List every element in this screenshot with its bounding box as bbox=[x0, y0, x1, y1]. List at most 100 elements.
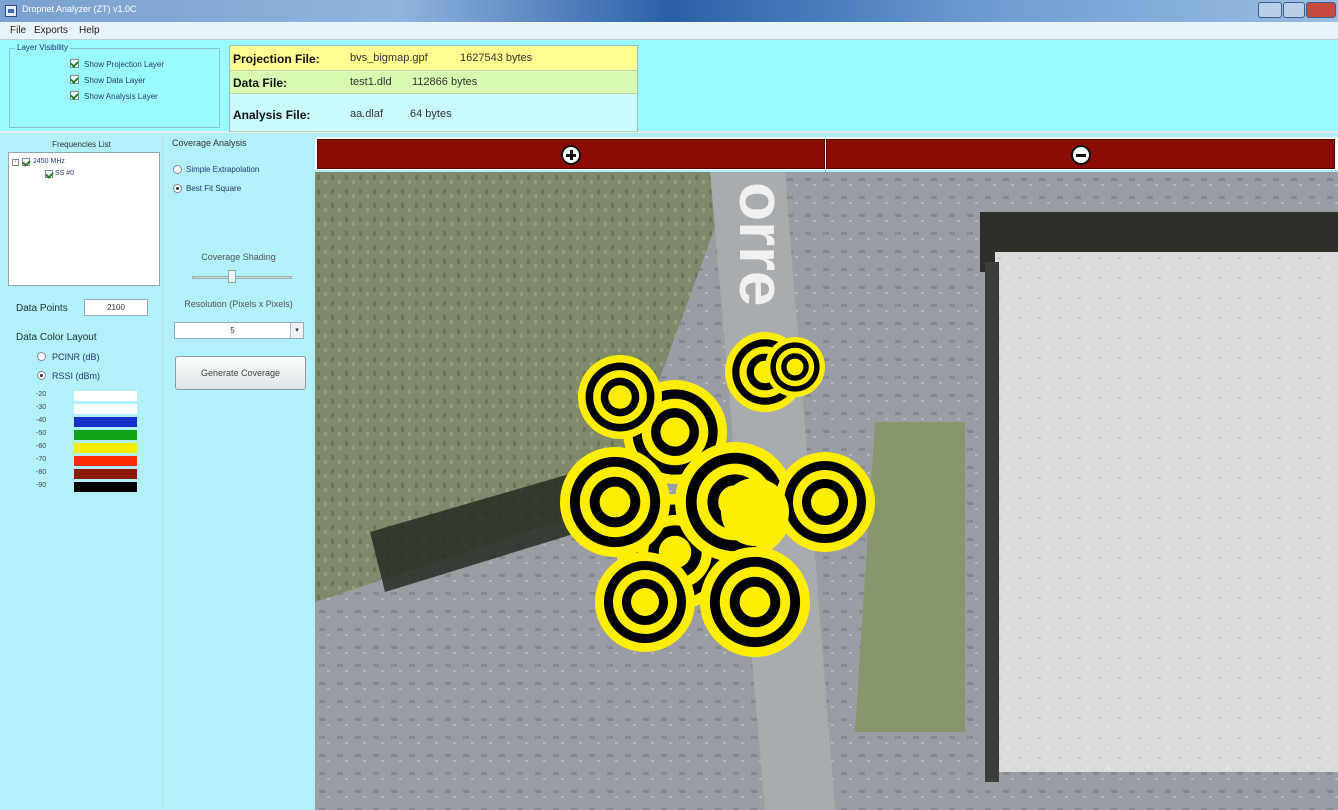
data-file-row: Data File: test1.dld 112866 bytes bbox=[230, 71, 637, 94]
frequencies-tree[interactable]: - 2450 MHz SS #0 bbox=[8, 152, 160, 286]
legend-swatch bbox=[74, 456, 137, 466]
app-window: Dropnet Analyzer (ZT) v1.0C File Exports… bbox=[0, 0, 1338, 810]
analysis-file-name: aa.dlaf bbox=[350, 108, 384, 120]
projection-file-name: bvs_bigmap.gpf bbox=[350, 52, 428, 64]
legend-label: -40 bbox=[36, 417, 47, 424]
coverage-panel: Coverage Analysis Simple Extrapolation B… bbox=[164, 135, 313, 810]
map-building-edge bbox=[985, 262, 999, 782]
zoom-out-icon bbox=[1070, 145, 1091, 165]
show-data-layer-checkbox[interactable] bbox=[70, 75, 79, 84]
ss0-checkbox[interactable] bbox=[45, 170, 53, 178]
best-fit-square-radio[interactable] bbox=[173, 184, 182, 193]
coverage-ring bbox=[631, 588, 659, 616]
show-analysis-layer-label: Show Analysis Layer bbox=[84, 92, 158, 101]
rssi-label: RSSI (dBm) bbox=[52, 371, 101, 381]
legend-swatch bbox=[74, 417, 137, 427]
rssi-radio[interactable] bbox=[37, 371, 46, 380]
color-legend: -20 -30 -40 -50 -60 -70 -80 -90 bbox=[30, 391, 140, 507]
legend-row: -20 bbox=[30, 391, 140, 401]
close-button[interactable] bbox=[1306, 2, 1336, 18]
pcinr-label: PCINR (dB) bbox=[52, 352, 100, 362]
frequency-2450-label[interactable]: 2450 MHz bbox=[33, 158, 65, 165]
map-canvas[interactable]: orre bbox=[315, 172, 1338, 810]
minimize-button[interactable] bbox=[1258, 2, 1282, 18]
analysis-file-label: Analysis File: bbox=[233, 108, 311, 122]
simple-extrapolation-label: Simple Extrapolation bbox=[186, 165, 260, 174]
file-info-box: Projection File: bvs_bigmap.gpf 1627543 … bbox=[229, 45, 638, 132]
map-view[interactable]: orre bbox=[315, 172, 1338, 810]
layer-visibility-group: Show Projection Layer Show Data Layer Sh… bbox=[9, 48, 220, 128]
legend-label: -60 bbox=[36, 443, 47, 450]
coverage-shading-label: Coverage Shading bbox=[201, 252, 276, 262]
pcinr-radio[interactable] bbox=[37, 352, 46, 361]
legend-label: -20 bbox=[36, 391, 47, 398]
analysis-file-size: 64 bytes bbox=[410, 108, 452, 120]
show-data-layer-label: Show Data Layer bbox=[84, 76, 146, 85]
ss0-label[interactable]: SS #0 bbox=[55, 170, 74, 177]
layer-visibility-title: Layer Visibility bbox=[15, 43, 70, 52]
legend-swatch bbox=[74, 482, 137, 492]
data-file-label: Data File: bbox=[233, 76, 288, 90]
legend-swatch bbox=[74, 430, 137, 440]
simple-extrapolation-radio[interactable] bbox=[173, 165, 182, 174]
projection-file-size: 1627543 bytes bbox=[460, 52, 533, 64]
data-file-size: 112866 bytes bbox=[412, 76, 478, 88]
projection-file-label: Projection File: bbox=[233, 52, 320, 66]
coverage-ring bbox=[599, 486, 631, 518]
legend-label: -80 bbox=[36, 469, 47, 476]
show-projection-layer-checkbox[interactable] bbox=[70, 59, 79, 68]
legend-swatch bbox=[74, 469, 137, 479]
menu-exports[interactable]: Exports bbox=[34, 25, 68, 36]
zoom-out-button[interactable] bbox=[826, 139, 1335, 169]
generate-coverage-button[interactable]: Generate Coverage bbox=[175, 356, 306, 390]
map-street-text: orre bbox=[726, 182, 798, 307]
menu-help[interactable]: Help bbox=[79, 25, 100, 36]
menu-file[interactable]: File bbox=[10, 25, 26, 36]
coverage-analysis-title: Coverage Analysis bbox=[172, 138, 247, 148]
zoom-in-icon bbox=[561, 145, 581, 165]
legend-swatch bbox=[74, 391, 137, 401]
coverage-shading-slider-thumb[interactable] bbox=[228, 270, 236, 283]
resolution-select[interactable]: 5 ▾ bbox=[174, 322, 304, 339]
coverage-shading-slider[interactable] bbox=[192, 276, 292, 279]
coverage-ring bbox=[608, 385, 632, 409]
coverage-ring bbox=[739, 586, 771, 618]
legend-swatch bbox=[74, 443, 137, 453]
title-bar[interactable]: Dropnet Analyzer (ZT) v1.0C bbox=[0, 0, 1338, 22]
window-title: Dropnet Analyzer (ZT) v1.0C bbox=[22, 4, 137, 14]
left-panel: Frequencies List - 2450 MHz SS #0 Data P… bbox=[0, 135, 163, 810]
legend-label: -30 bbox=[36, 404, 47, 411]
legend-swatch bbox=[74, 404, 137, 414]
coverage-ring bbox=[660, 417, 690, 447]
frequencies-list-title: Frequencies List bbox=[52, 140, 111, 149]
zoom-in-button[interactable] bbox=[317, 139, 825, 169]
legend-row: -60 bbox=[30, 443, 140, 453]
projection-file-row: Projection File: bvs_bigmap.gpf 1627543 … bbox=[230, 46, 637, 71]
zoom-bar bbox=[315, 137, 1338, 170]
legend-row: -90 bbox=[30, 482, 140, 492]
legend-row: -50 bbox=[30, 430, 140, 440]
show-projection-layer-label: Show Projection Layer bbox=[84, 60, 165, 69]
data-points-field[interactable]: 2100 bbox=[84, 299, 148, 316]
data-color-layout-title: Data Color Layout bbox=[16, 332, 97, 343]
chevron-down-icon[interactable]: ▾ bbox=[290, 323, 303, 338]
tree-expander-icon[interactable]: - bbox=[12, 159, 19, 166]
app-icon bbox=[5, 5, 17, 17]
coverage-center bbox=[721, 478, 789, 546]
frequency-2450-checkbox[interactable] bbox=[22, 158, 30, 166]
maximize-button[interactable] bbox=[1283, 2, 1305, 18]
menu-bar: File Exports Help bbox=[0, 22, 1338, 40]
map-building-roof bbox=[995, 252, 1338, 772]
legend-label: -50 bbox=[36, 430, 47, 437]
coverage-ring bbox=[786, 358, 804, 376]
legend-label: -90 bbox=[36, 482, 47, 489]
data-points-label: Data Points bbox=[16, 303, 68, 314]
legend-row: -80 bbox=[30, 469, 140, 479]
resolution-value: 5 bbox=[230, 326, 235, 335]
legend-row: -40 bbox=[30, 417, 140, 427]
analysis-file-row: Analysis File: aa.dlaf 64 bytes bbox=[230, 94, 637, 132]
resolution-label: Resolution (Pixels x Pixels) bbox=[184, 299, 293, 309]
show-analysis-layer-checkbox[interactable] bbox=[70, 91, 79, 100]
data-file-name: test1.dld bbox=[350, 76, 392, 88]
best-fit-square-label: Best Fit Square bbox=[186, 184, 242, 193]
